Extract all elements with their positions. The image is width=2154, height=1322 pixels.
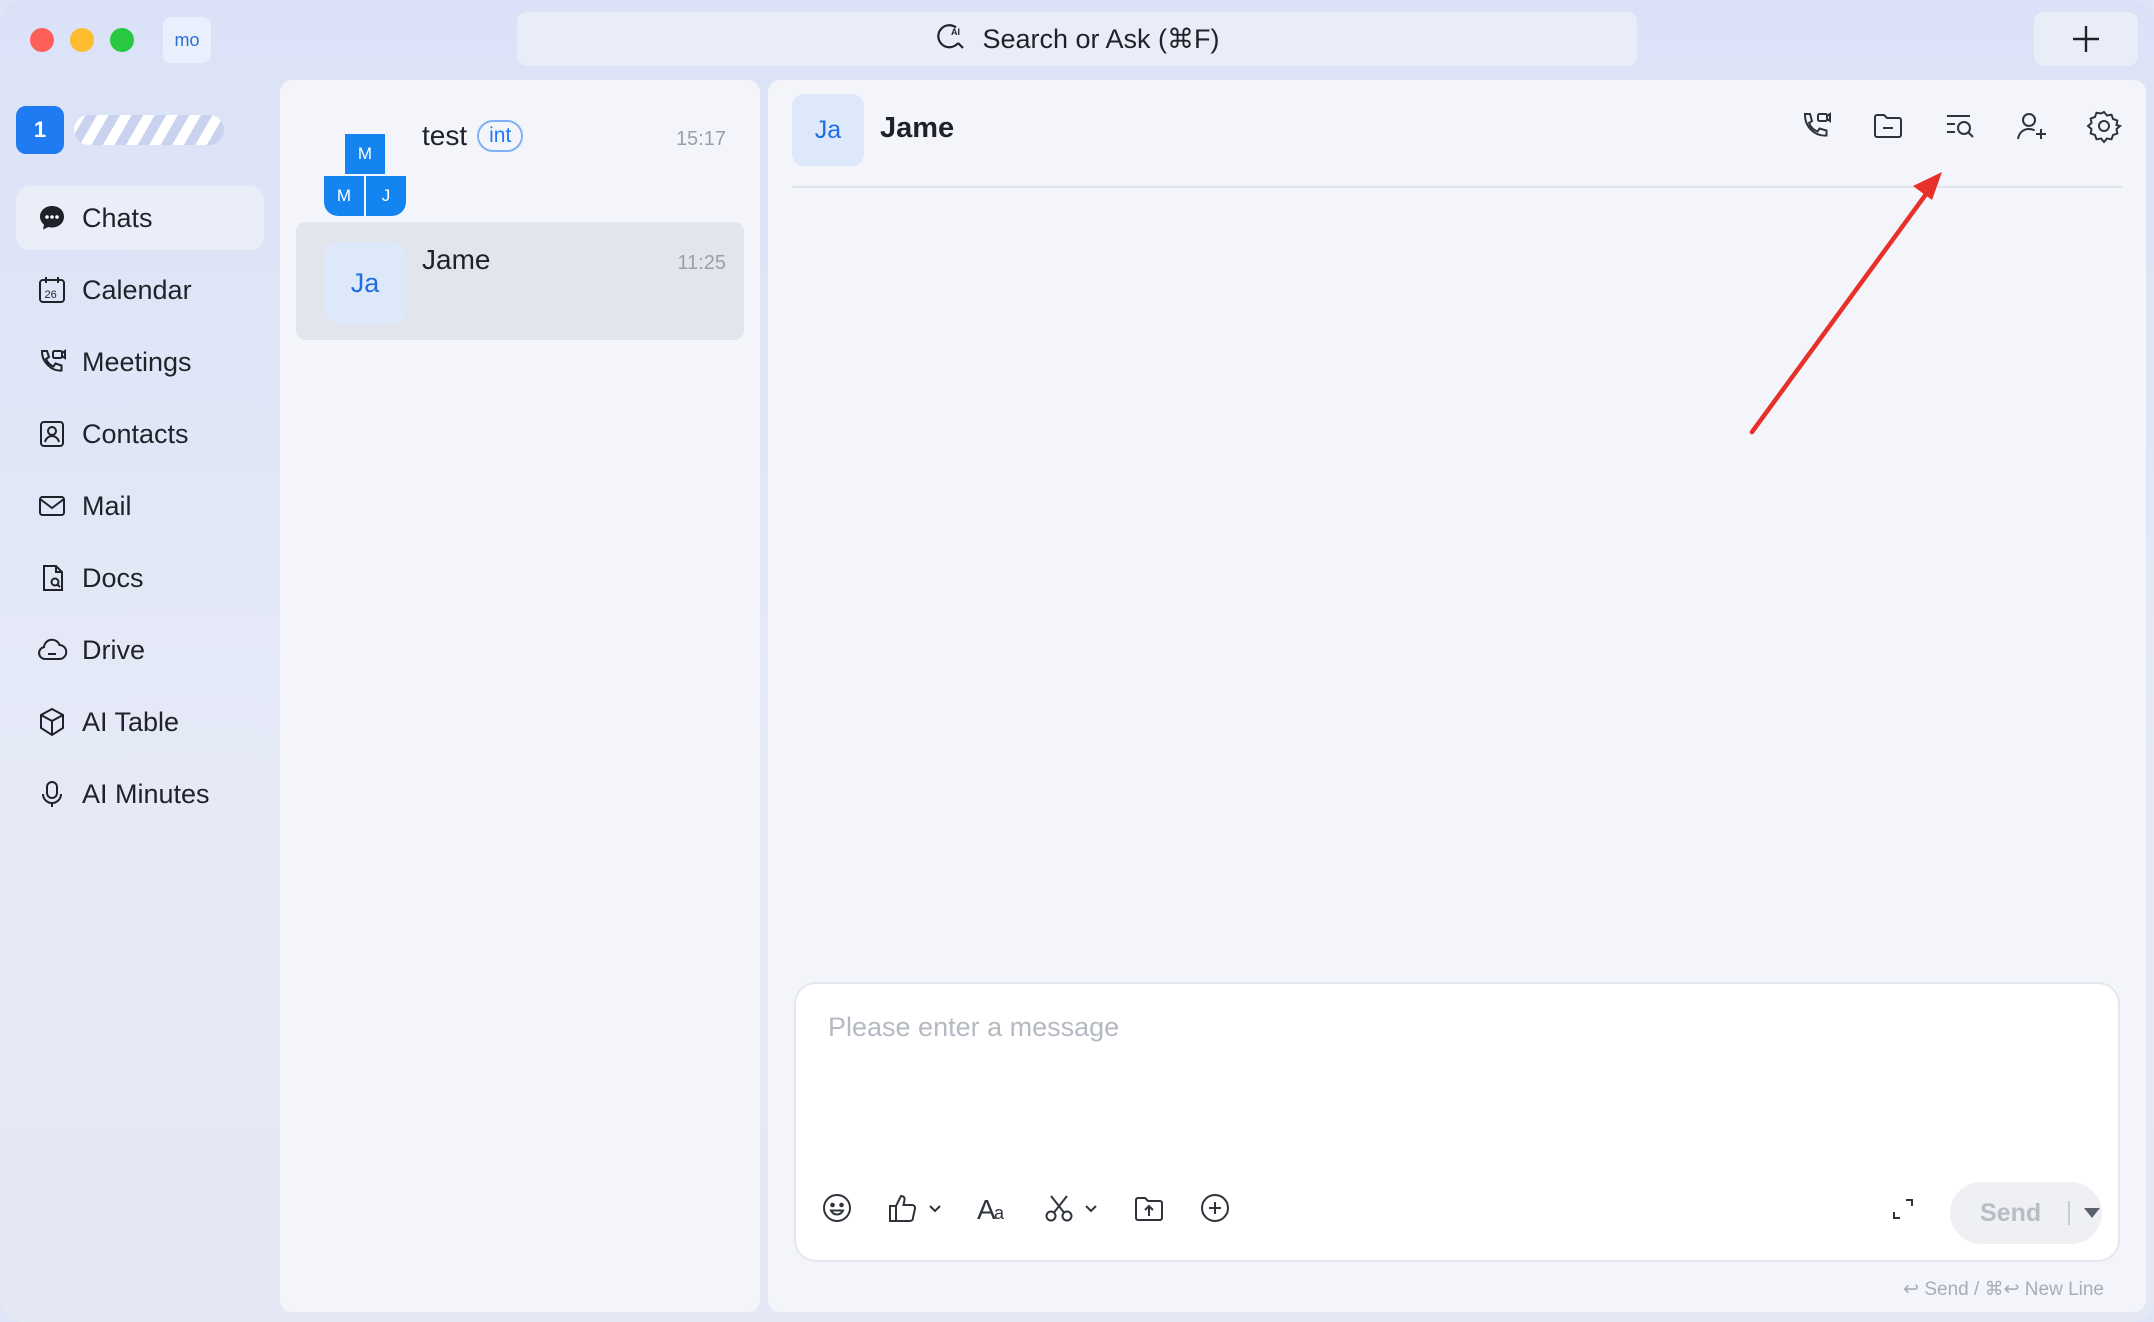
ai-minutes-icon — [42, 781, 62, 807]
internal-tag: int — [477, 120, 524, 152]
contacts-icon — [40, 421, 64, 447]
sidebar-item-ai-table[interactable]: AI Table — [16, 690, 264, 754]
sidebar-item-label: Mail — [82, 490, 132, 521]
svg-text:26: 26 — [45, 289, 57, 301]
screenshot-button[interactable] — [1042, 1188, 1100, 1228]
search-placeholder: Search or Ask (⌘F) — [982, 23, 1220, 54]
thumbs-up-icon — [889, 1194, 916, 1222]
upload-file-button[interactable] — [1132, 1188, 1166, 1228]
mail-icon — [39, 496, 65, 516]
settings-icon[interactable] — [2086, 108, 2122, 144]
text-format-icon: A a — [977, 1194, 1005, 1225]
text-format-button[interactable]: A a — [976, 1188, 1010, 1228]
sidebar-item-label: Docs — [82, 562, 144, 593]
folder-icon[interactable] — [1870, 108, 1906, 144]
sidebar-item-calendar[interactable]: 26 Calendar — [16, 258, 264, 322]
chat-list-item-jame[interactable]: Ja Jame 11:25 — [296, 222, 744, 340]
more-actions-button[interactable] — [1198, 1188, 1232, 1228]
sidebar-item-label: Meetings — [82, 346, 192, 377]
cloud-drive-icon — [38, 638, 68, 661]
org-switcher-badge[interactable]: mo — [163, 17, 211, 63]
send-options-caret-icon[interactable] — [2084, 1208, 2100, 1218]
chat-list: M M J test int 15:17 Ja Jame 11:25 — [280, 80, 760, 1312]
app-window: mo AI Search or Ask (⌘F) 1 Chats 26 Cale… — [0, 0, 2154, 1322]
sidebar-item-label: Contacts — [82, 418, 189, 449]
reaction-button[interactable] — [886, 1188, 944, 1228]
sidebar-item-docs[interactable]: Docs — [16, 546, 264, 610]
group-avatar: M M J — [324, 134, 406, 216]
send-button[interactable]: Send — [1950, 1182, 2102, 1244]
send-label: Send — [1980, 1198, 2042, 1227]
sidebar-item-label: Drive — [82, 634, 146, 665]
sidebar-item-drive[interactable]: Drive — [16, 618, 264, 682]
ai-table-icon — [40, 707, 64, 737]
minimize-window-button[interactable] — [70, 28, 94, 52]
composer-shortcut-hint: ↩ Send / ⌘↩ New Line — [1903, 1279, 2104, 1300]
sidebar-item-label: Chats — [82, 202, 153, 233]
send-divider — [2068, 1201, 2070, 1225]
upload-file-icon — [1135, 1197, 1163, 1221]
chat-name: Jame — [422, 244, 490, 276]
conversation-panel: Ja Jame Please enter a message A a Send … — [768, 80, 2146, 1312]
chevron-down-icon — [1085, 1205, 1097, 1213]
chat-name: test int — [422, 120, 524, 152]
chevron-down-icon — [929, 1205, 941, 1213]
search-history-icon[interactable] — [1942, 108, 1978, 144]
group-avatar-cell: J — [366, 176, 406, 216]
sidebar-item-meetings[interactable]: Meetings — [16, 330, 264, 394]
redacted-username — [74, 115, 224, 145]
ai-search-icon: AI — [934, 19, 968, 60]
sidebar-item-label: Calendar — [82, 274, 192, 305]
avatar[interactable]: Ja — [792, 94, 864, 166]
svg-text:AI: AI — [951, 27, 960, 37]
sidebar-item-contacts[interactable]: Contacts — [16, 402, 264, 466]
close-window-button[interactable] — [30, 28, 54, 52]
sidebar-nav: Chats 26 Calendar Meetings Contacts Mail… — [16, 186, 264, 834]
expand-composer-icon[interactable] — [1888, 1194, 1918, 1224]
chat-title: Jame — [422, 244, 491, 275]
chat-timestamp: 11:25 — [677, 252, 726, 274]
plus-icon — [2073, 26, 2099, 52]
chat-list-item-test[interactable]: M M J test int 15:17 — [296, 98, 744, 216]
more-plus-icon — [1201, 1194, 1229, 1222]
message-input[interactable] — [826, 1006, 2090, 1048]
profile-section[interactable]: 1 — [16, 106, 224, 154]
svg-text:a: a — [994, 1203, 1005, 1223]
header-actions — [1798, 108, 2122, 144]
avatar: Ja — [324, 242, 406, 324]
chat-title: test — [422, 120, 468, 151]
emoji-icon — [823, 1194, 851, 1222]
meetings-icon — [40, 349, 66, 372]
emoji-button[interactable] — [820, 1188, 854, 1228]
sidebar-item-ai-minutes[interactable]: AI Minutes — [16, 762, 264, 826]
sidebar-item-label: AI Minutes — [82, 778, 210, 809]
group-avatar-cell: M — [345, 134, 385, 174]
zoom-window-button[interactable] — [110, 28, 134, 52]
conversation-title[interactable]: Jame — [880, 112, 954, 145]
docs-icon — [43, 565, 63, 591]
calendar-icon: 26 — [39, 277, 65, 303]
chat-bubble-icon — [40, 206, 64, 230]
conversation-header: Ja Jame — [792, 90, 2122, 188]
screenshot-icon — [1045, 1195, 1073, 1222]
chat-timestamp: 15:17 — [675, 128, 726, 150]
add-member-icon[interactable] — [2014, 108, 2050, 144]
global-search-bar[interactable]: AI Search or Ask (⌘F) — [517, 12, 1637, 66]
new-item-button[interactable] — [2034, 12, 2138, 66]
sidebar-item-mail[interactable]: Mail — [16, 474, 264, 538]
sidebar-item-label: AI Table — [82, 706, 180, 737]
composer-toolbar: A a — [820, 1188, 1264, 1228]
sidebar-item-chats[interactable]: Chats — [16, 186, 264, 250]
message-composer: A a — [794, 982, 2120, 1262]
avatar[interactable]: 1 — [16, 106, 64, 154]
group-avatar-cell: M — [324, 176, 364, 216]
call-icon[interactable] — [1798, 108, 1834, 144]
